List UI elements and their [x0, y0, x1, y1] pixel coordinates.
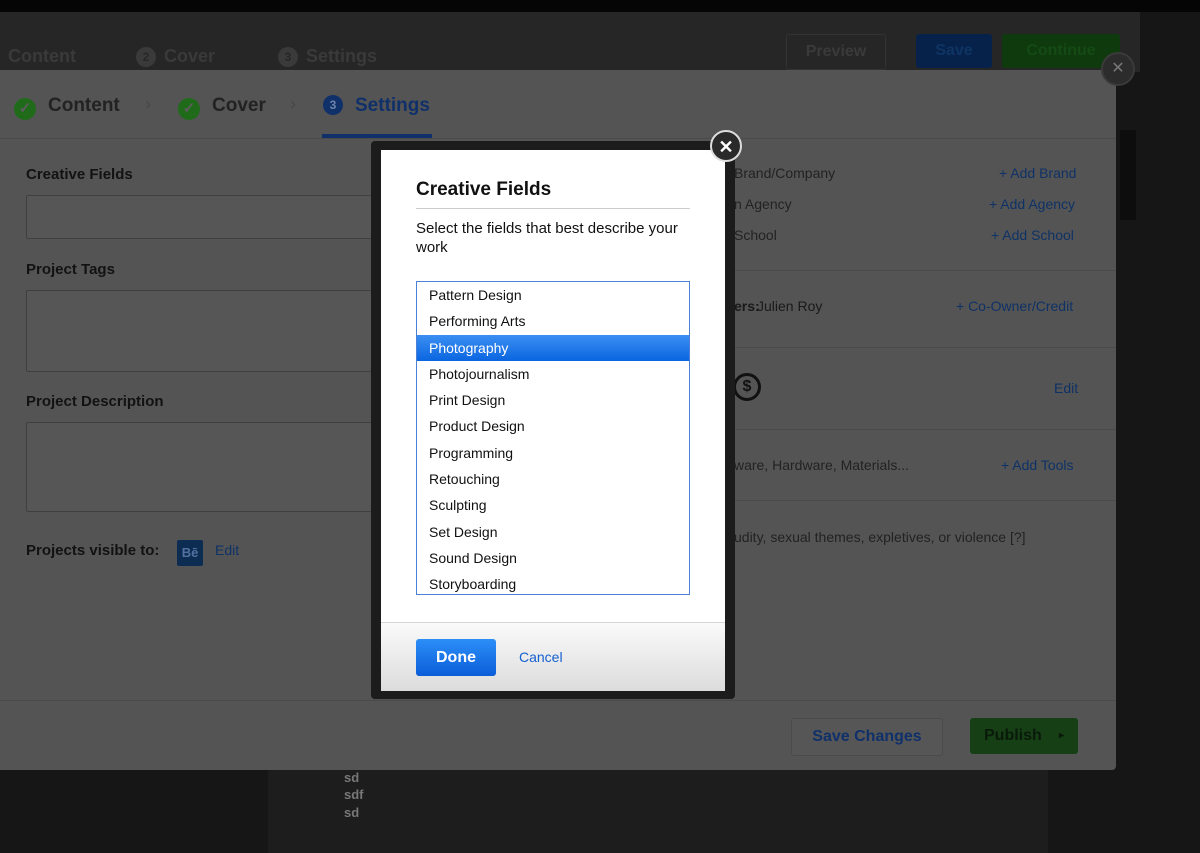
- close-icon[interactable]: ✕: [710, 130, 742, 162]
- project-description-input[interactable]: [26, 422, 388, 512]
- add-school-link[interactable]: + Add School: [991, 227, 1074, 243]
- dialog-divider: [416, 208, 690, 209]
- divider: [690, 347, 1116, 348]
- dialog-footer: Done Cancel: [381, 622, 725, 691]
- owners-label: ers:: [734, 298, 760, 314]
- list-item[interactable]: Sculpting: [417, 492, 689, 518]
- brand-label: Brand/Company: [734, 165, 836, 181]
- chevron-right-icon: ›: [145, 94, 151, 114]
- check-icon: ✓: [14, 98, 36, 120]
- list-item[interactable]: Product Design: [417, 413, 689, 439]
- behance-icon: Bē: [177, 540, 203, 566]
- divider: [690, 500, 1116, 501]
- bg-breadcrumb-settings: 3 Settings: [278, 46, 377, 67]
- license-edit-link[interactable]: Edit: [1054, 380, 1078, 396]
- list-item[interactable]: Retouching: [417, 466, 689, 492]
- list-item[interactable]: Photojournalism: [417, 361, 689, 387]
- chevron-right-icon: ›: [290, 94, 296, 114]
- tools-placeholder: ware, Hardware, Materials...: [734, 457, 910, 473]
- background-header: Content 2 Cover 3 Settings Preview Save Co…: [0, 12, 1140, 72]
- noncommercial-license-icon: $: [733, 373, 761, 401]
- close-panel-icon[interactable]: ✕: [1101, 52, 1135, 86]
- add-coowner-link[interactable]: + Co-Owner/Credit: [956, 298, 1073, 314]
- publish-button[interactable]: Publish ▸: [970, 718, 1078, 754]
- divider: [690, 270, 1116, 271]
- bg-bottom-area: sd sdf sd: [268, 770, 1048, 853]
- mature-content-text: udity, sexual themes, expletives, or vio…: [734, 529, 1026, 545]
- bg-text: sd: [344, 805, 360, 820]
- creative-fields-listbox[interactable]: Pattern Design Performing Arts Photograp…: [416, 281, 690, 595]
- list-item[interactable]: Pattern Design: [417, 282, 689, 308]
- project-description-label: Project Description: [26, 393, 164, 410]
- save-changes-button[interactable]: Save Changes: [791, 718, 943, 756]
- active-tab-indicator: [322, 134, 432, 138]
- visibility-edit-link[interactable]: Edit: [215, 542, 239, 558]
- top-bar: [0, 0, 1200, 12]
- school-label: School: [734, 227, 777, 243]
- bg-save-button: Save: [916, 34, 992, 68]
- step-tabs: ✓ Content › ✓ Cover › 3 Settings: [0, 70, 1116, 139]
- bg-strip: [1120, 130, 1136, 220]
- creative-fields-input[interactable]: [26, 195, 388, 239]
- done-button[interactable]: Done: [416, 639, 496, 676]
- bg-breadcrumb-cover: 2 Cover: [136, 46, 215, 67]
- bg-text: sdf: [344, 787, 364, 802]
- dialog-title: Creative Fields: [416, 179, 552, 200]
- list-item[interactable]: Print Design: [417, 387, 689, 413]
- creative-fields-label: Creative Fields: [26, 166, 133, 183]
- creative-fields-dialog: Creative Fields Select the fields that b…: [381, 150, 725, 691]
- check-icon: ✓: [178, 98, 200, 120]
- tab-settings[interactable]: 3 Settings: [323, 95, 430, 117]
- arrow-right-icon: ▸: [1058, 730, 1064, 741]
- list-item[interactable]: Sound Design: [417, 545, 689, 571]
- list-item[interactable]: Storyboarding: [417, 571, 689, 594]
- project-tags-label: Project Tags: [26, 261, 115, 278]
- add-agency-link[interactable]: + Add Agency: [989, 196, 1075, 212]
- bg-preview-button: Preview: [786, 34, 886, 70]
- list-item-selected[interactable]: Photography: [417, 334, 689, 361]
- project-tags-input[interactable]: [26, 290, 388, 372]
- agency-label: n Agency: [734, 196, 792, 212]
- cancel-link[interactable]: Cancel: [519, 649, 563, 665]
- list-item[interactable]: Set Design: [417, 519, 689, 545]
- dialog-description: Select the fields that best describe you…: [416, 220, 678, 256]
- bg-breadcrumb-content: Content: [8, 46, 76, 66]
- panel-footer: Save Changes Publish ▸: [0, 700, 1116, 771]
- add-tools-link[interactable]: + Add Tools: [1001, 457, 1074, 473]
- tab-content[interactable]: ✓ Content: [14, 95, 120, 120]
- owners-value: Julien Roy: [757, 298, 823, 314]
- add-brand-link[interactable]: + Add Brand: [999, 165, 1076, 181]
- visible-to-label: Projects visible to:: [26, 542, 160, 559]
- list-item[interactable]: Programming: [417, 440, 689, 466]
- tab-cover[interactable]: ✓ Cover: [178, 95, 266, 120]
- bg-text: sd: [344, 770, 360, 785]
- list-item[interactable]: Performing Arts: [417, 308, 689, 334]
- divider: [690, 429, 1116, 430]
